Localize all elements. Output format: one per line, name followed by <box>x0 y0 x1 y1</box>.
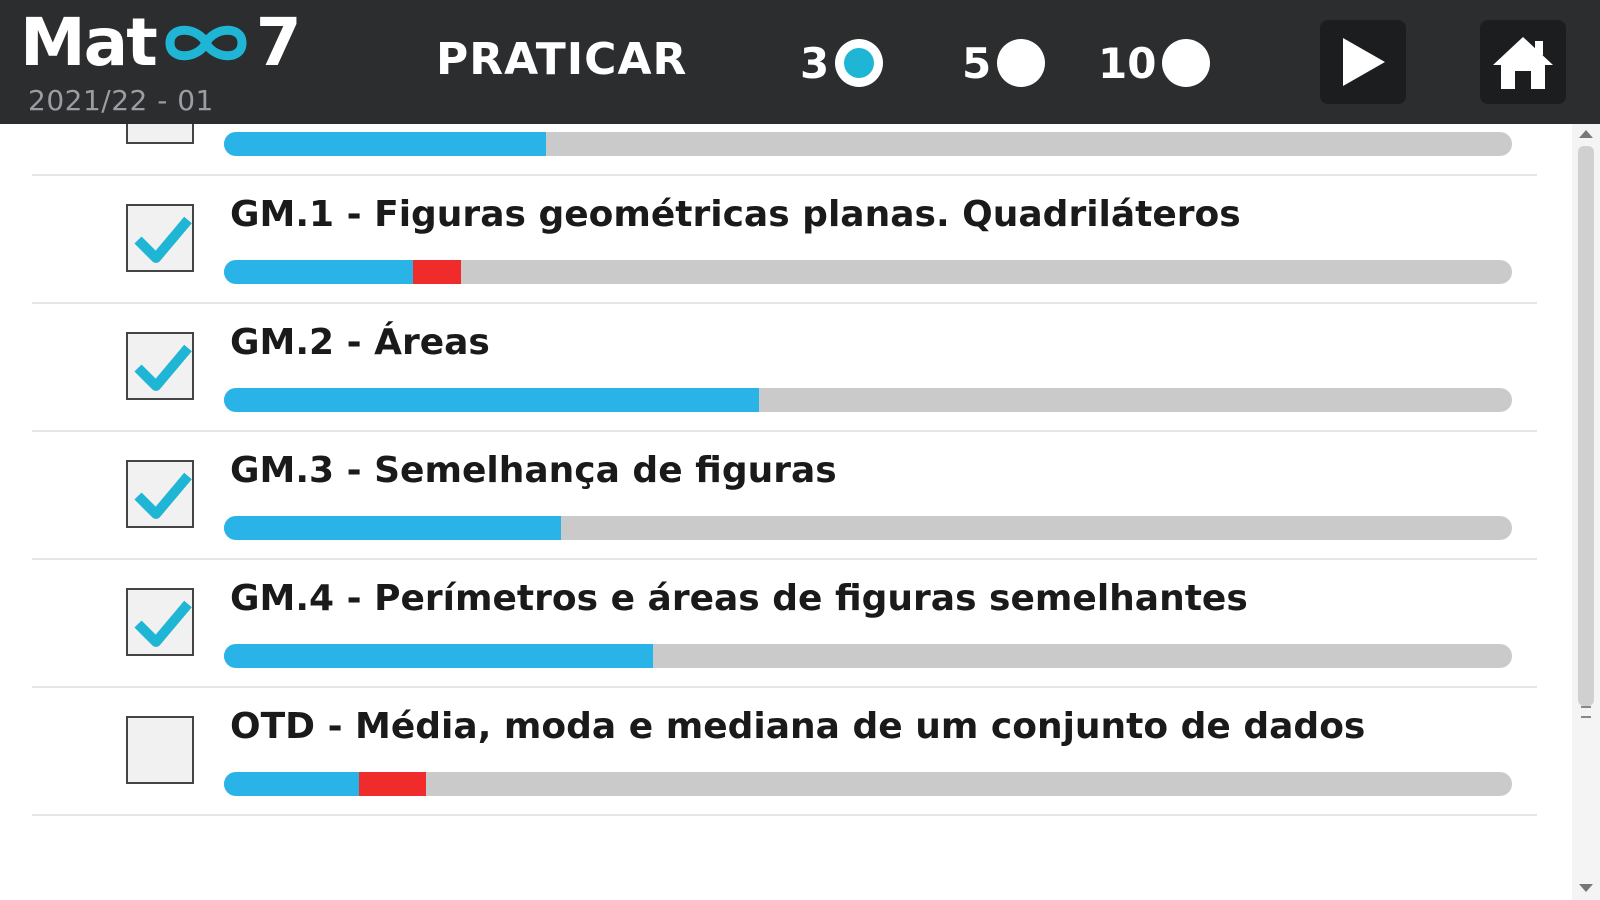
progress-correct <box>224 644 653 668</box>
app-header: Mat 7 2021/22 - 01 PRATICAR 3 5 10 <box>0 0 1600 124</box>
topic-title: OTD - Média, moda e mediana de um conjun… <box>230 706 1366 747</box>
app-logo: Mat 7 <box>20 3 302 81</box>
scrollbar-thumb[interactable] <box>1578 146 1594 706</box>
count-label: 3 <box>800 38 830 88</box>
radio-icon[interactable] <box>997 39 1046 87</box>
progress-wrong <box>413 260 461 284</box>
question-count-3-option[interactable]: 3 <box>800 38 884 88</box>
scroll-up-icon[interactable] <box>1579 130 1593 138</box>
progress-bar <box>224 132 1512 156</box>
progress-bar <box>224 772 1512 796</box>
progress-correct <box>224 132 546 156</box>
topic-title: GM.2 - Áreas <box>230 322 490 363</box>
topic-checkbox[interactable] <box>126 460 194 528</box>
topic-title: GM.1 - Figuras geométricas planas. Quadr… <box>230 194 1241 235</box>
radio-icon[interactable] <box>1162 39 1211 87</box>
checkmark-icon <box>134 600 192 647</box>
home-icon <box>1493 37 1553 89</box>
count-label: 10 <box>1098 38 1157 88</box>
progress-correct <box>224 388 759 412</box>
progress-correct <box>224 260 414 284</box>
scrollbar[interactable] <box>1572 124 1600 900</box>
topic-list: GM.1 - Figuras geométricas planas. Quadr… <box>0 124 1570 900</box>
progress-bar <box>224 260 1512 284</box>
topic-checkbox[interactable] <box>126 588 194 656</box>
checkmark-icon <box>134 216 192 263</box>
infinity-icon <box>158 12 254 72</box>
topic-checkbox[interactable] <box>126 332 194 400</box>
list-item[interactable]: GM.4 - Perímetros e áreas de figuras sem… <box>32 560 1537 688</box>
list-item[interactable]: GM.2 - Áreas <box>32 304 1537 432</box>
mode-title: PRATICAR <box>436 34 688 85</box>
topic-checkbox[interactable] <box>126 716 194 784</box>
checkmark-icon <box>134 472 192 519</box>
radio-selected-icon[interactable] <box>835 39 884 87</box>
progress-bar <box>224 388 1512 412</box>
progress-correct <box>224 516 562 540</box>
topic-title: GM.4 - Perímetros e áreas de figuras sem… <box>230 578 1248 619</box>
logo-text-left: Mat <box>20 3 158 81</box>
play-button[interactable] <box>1320 20 1406 104</box>
topic-checkbox[interactable] <box>126 204 194 272</box>
count-label: 5 <box>962 38 992 88</box>
play-icon <box>1343 38 1385 86</box>
topic-checkbox[interactable] <box>126 124 194 144</box>
list-item[interactable]: OTD - Média, moda e mediana de um conjun… <box>32 688 1537 816</box>
topic-title: GM.3 - Semelhança de figuras <box>230 450 837 491</box>
logo-text-right: 7 <box>255 3 302 81</box>
list-item[interactable]: GM.3 - Semelhança de figuras <box>32 432 1537 560</box>
progress-bar <box>224 644 1512 668</box>
list-item[interactable] <box>32 124 1537 176</box>
progress-wrong <box>359 772 427 796</box>
checkmark-icon <box>134 344 192 391</box>
progress-correct <box>224 772 360 796</box>
progress-bar <box>224 516 1512 540</box>
home-button[interactable] <box>1480 20 1566 104</box>
scroll-down-icon[interactable] <box>1579 884 1593 892</box>
list-item[interactable]: GM.1 - Figuras geométricas planas. Quadr… <box>32 176 1537 304</box>
question-count-10-option[interactable]: 10 <box>1098 38 1211 88</box>
question-count-5-option[interactable]: 5 <box>962 38 1046 88</box>
version-label: 2021/22 - 01 <box>28 84 214 117</box>
scroll-grip-icon <box>1581 706 1591 718</box>
